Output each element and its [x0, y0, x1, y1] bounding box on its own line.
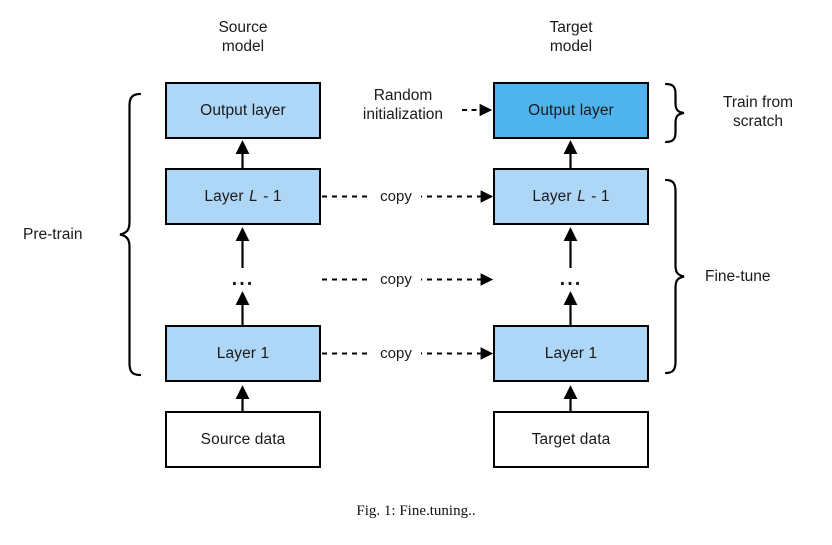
- source-output-layer-label: Output layer: [200, 101, 286, 119]
- copy-label-middle: copy: [371, 271, 421, 289]
- fine-tune-label-text: Fine-tune: [705, 268, 771, 285]
- target-layer-l-1-label: Layer L - 1: [532, 188, 609, 206]
- brace-pre-train: [119, 92, 142, 377]
- copy-label-layer-1-text: copy: [380, 345, 412, 362]
- target-layer-l-1-prefix: Layer: [532, 187, 577, 205]
- target-data-label: Target data: [531, 430, 611, 448]
- pre-train-label-text: Pre-train: [23, 226, 83, 243]
- copy-label-layer-1: copy: [371, 345, 421, 363]
- source-layer-l-1-prefix: Layer: [204, 187, 249, 205]
- source-layer-1-box[interactable]: Layer 1: [165, 325, 321, 382]
- target-layer-l-1-italic: L: [577, 187, 586, 205]
- target-layer-l-1-box[interactable]: Layer L - 1: [493, 168, 649, 225]
- train-from-scratch-line2: scratch: [733, 113, 783, 130]
- copy-label-middle-text: copy: [380, 271, 412, 288]
- fine-tune-label: Fine-tune: [705, 267, 815, 286]
- target-layer-1-box[interactable]: Layer 1: [493, 325, 649, 382]
- train-from-scratch-label: Train from scratch: [694, 93, 822, 131]
- target-layer-l-1-suffix: - 1: [586, 187, 610, 205]
- source-data-box[interactable]: Source data: [165, 411, 321, 468]
- target-model-header-line2: model: [549, 38, 593, 55]
- source-layer-l-1-box[interactable]: Layer L - 1: [165, 168, 321, 225]
- random-initialization-line2: initialization: [362, 106, 444, 123]
- source-layer-1-label: Layer 1: [216, 344, 270, 362]
- target-ellipsis: ...: [493, 269, 649, 289]
- source-data-label: Source data: [200, 430, 286, 448]
- figure-caption-text: Fig. 1: Fine.tuning..: [356, 503, 476, 519]
- source-layer-l-1-italic: L: [249, 187, 258, 205]
- target-model-header: Target model: [493, 18, 649, 56]
- source-output-layer-box[interactable]: Output layer: [165, 82, 321, 139]
- copy-label-layer-l-1: copy: [371, 188, 421, 206]
- figure-caption: Fig. 1: Fine.tuning..: [0, 503, 832, 520]
- target-output-layer-box[interactable]: Output layer: [493, 82, 649, 139]
- figure-canvas: Source model Target model Output layer L…: [0, 0, 832, 545]
- pre-train-label: Pre-train: [23, 225, 115, 244]
- target-data-box[interactable]: Target data: [493, 411, 649, 468]
- source-layer-l-1-label: Layer L - 1: [204, 188, 281, 206]
- source-model-header: Source model: [165, 18, 321, 56]
- source-ellipsis: ...: [165, 269, 321, 289]
- random-initialization-line1: Random: [373, 87, 433, 104]
- brace-train-from-scratch: [664, 82, 685, 144]
- source-model-header-line1: Source: [218, 19, 268, 36]
- random-initialization-label: Random initialization: [348, 86, 458, 124]
- source-model-header-line2: model: [221, 38, 265, 55]
- copy-label-layer-l-1-text: copy: [380, 188, 412, 205]
- target-output-layer-label: Output layer: [528, 101, 614, 119]
- source-layer-l-1-suffix: - 1: [258, 187, 282, 205]
- target-model-header-line1: Target: [549, 19, 593, 36]
- target-ellipsis-label: ...: [559, 268, 583, 290]
- train-from-scratch-line1: Train from: [722, 94, 794, 111]
- brace-fine-tune: [664, 178, 685, 375]
- source-ellipsis-label: ...: [231, 268, 255, 290]
- target-layer-1-label: Layer 1: [544, 344, 598, 362]
